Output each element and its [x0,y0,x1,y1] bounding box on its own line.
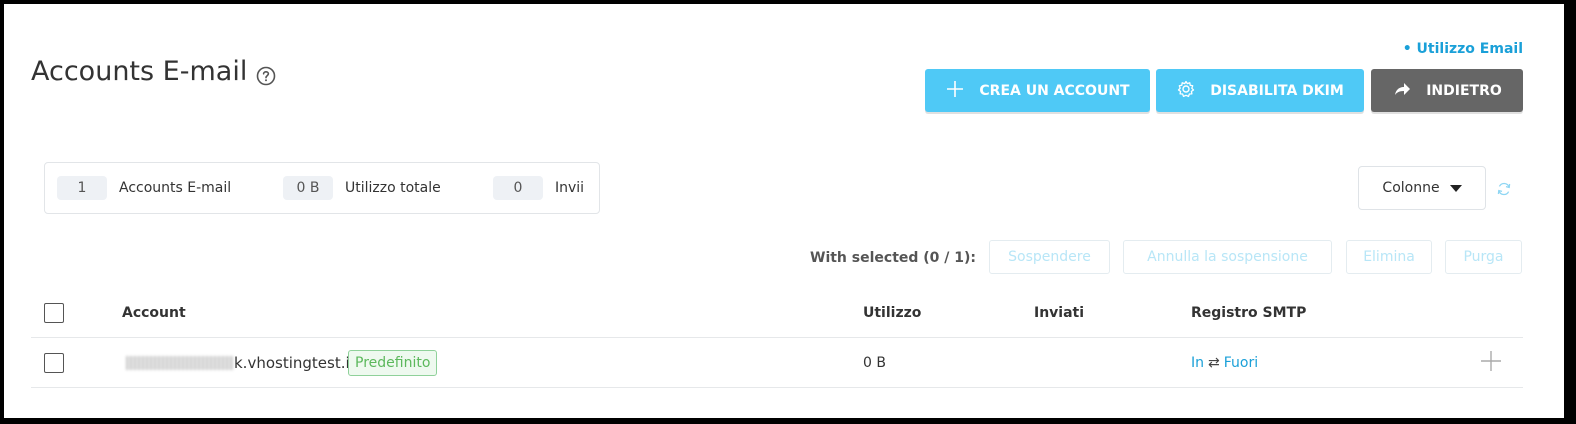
account-domain[interactable]: k.vhostingtest.it [234,354,356,372]
row-checkbox[interactable] [44,353,64,373]
create-account-button[interactable]: CREA UN ACCOUNT [925,69,1150,112]
suspend-button[interactable]: Sospendere [989,240,1110,274]
disable-dkim-label: DISABILITA DKIM [1210,82,1344,99]
back-button[interactable]: INDIETRO [1371,69,1523,112]
disable-dkim-button[interactable]: DISABILITA DKIM [1156,69,1364,112]
column-header-sent[interactable]: Inviati [1034,305,1084,321]
usage-value: 0 B [863,355,886,371]
swap-arrows-icon: ⇄ [1208,355,1220,371]
smtp-out-link[interactable]: Fuori [1224,355,1258,371]
sends-count: 0 [493,176,543,200]
total-usage-label: Utilizzo totale [345,180,441,196]
row-divider [31,387,1523,388]
accounts-label: Accounts E-mail [119,180,232,196]
smtp-log-links: In ⇄ Fuori [1191,355,1258,371]
sends-label: Invii [555,180,585,196]
plus-icon[interactable] [1480,350,1502,372]
plus-icon [945,79,965,103]
caret-down-icon [1449,184,1462,192]
redacted-account-name [126,356,234,370]
select-all-checkbox[interactable] [44,303,64,323]
accounts-count: 1 [57,176,107,200]
column-header-usage[interactable]: Utilizzo [863,305,921,321]
back-label: INDIETRO [1426,82,1502,99]
email-accounts-page: Accounts E-mail • Utilizzo Email CREA UN… [4,4,1564,418]
columns-dropdown[interactable]: Colonne [1358,166,1486,210]
delete-button[interactable]: Elimina [1346,240,1432,274]
column-header-smtp-log: Registro SMTP [1191,305,1307,321]
page-title: Accounts E-mail [31,56,248,87]
total-usage-value: 0 B [283,176,333,200]
header-divider [31,337,1523,338]
columns-label: Colonne [1382,180,1440,196]
email-usage-link[interactable]: • Utilizzo Email [1403,41,1523,57]
default-badge: Predefinito [348,350,438,376]
unsuspend-button[interactable]: Annulla la sospensione [1123,240,1332,274]
column-header-account[interactable]: Account [122,305,186,321]
refresh-icon[interactable] [1496,181,1512,197]
create-account-label: CREA UN ACCOUNT [979,82,1130,99]
purge-button[interactable]: Purga [1445,240,1522,274]
gear-icon [1176,79,1196,103]
stats-summary: 1 Accounts E-mail 0 B Utilizzo totale 0 … [44,162,600,214]
smtp-in-link[interactable]: In [1191,355,1204,371]
question-circle-icon[interactable] [256,66,276,86]
selection-count-label: With selected (0 / 1): [810,250,977,266]
share-arrow-icon [1392,79,1412,103]
